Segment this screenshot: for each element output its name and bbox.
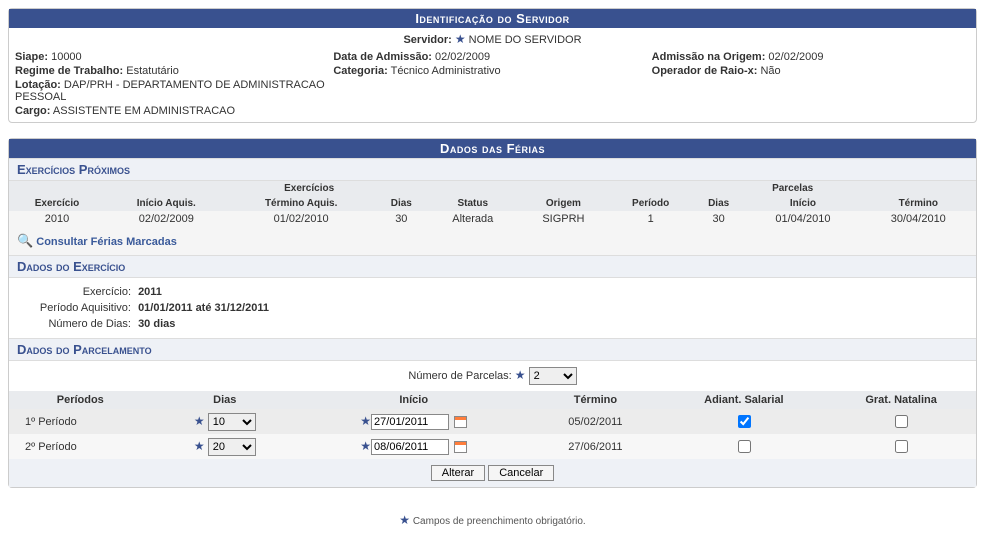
calendar-icon[interactable] (454, 441, 467, 453)
parc-adiant-checkbox[interactable] (738, 440, 751, 453)
parc-grat-checkbox[interactable] (895, 440, 908, 453)
parc-termino: 05/02/2011 (529, 409, 661, 434)
nparcelas-row: Número de Parcelas: ★ 2 (9, 361, 976, 391)
cell: 30 (692, 211, 745, 227)
raiox-label: Operador de Raio-x: (652, 65, 758, 77)
pcol-inicio: Início (298, 391, 529, 409)
subhdr-parcelas: Parcelas (609, 181, 976, 196)
cell: 02/02/2009 (105, 211, 228, 227)
parc-dias-select[interactable]: 10 (208, 413, 256, 431)
parc-dias-select[interactable]: 20 (208, 438, 256, 456)
parc-termino: 27/06/2011 (529, 434, 661, 459)
subhdr-exercicios: Exercícios (9, 181, 609, 196)
star-icon: ★ (515, 368, 526, 382)
parc-inicio-input[interactable] (371, 439, 449, 455)
footnote: ★ Campos de preenchimento obrigatório. (8, 503, 977, 537)
parc-inicio-input[interactable] (371, 414, 449, 430)
consultar-row: 🔍 Consultar Férias Marcadas (9, 227, 976, 255)
sec-parc: Dados do Parcelamento (9, 338, 976, 361)
pcol-grat: Grat. Natalina (826, 391, 976, 409)
dex-exerc-label: Exercício: (21, 286, 131, 298)
servidor-label: Servidor: (403, 34, 451, 46)
admorigem-label: Admissão na Origem: (652, 51, 766, 63)
col-origem: Origem (518, 196, 610, 211)
cell: 2010 (9, 211, 105, 227)
dex-ndias-label: Número de Dias: (21, 318, 131, 330)
star-icon: ★ (194, 414, 205, 428)
ferias-box: Dados das Férias Exercícios Próximos Exe… (8, 138, 977, 488)
nparcelas-select[interactable]: 2 (529, 367, 577, 385)
cell: SIGPRH (518, 211, 610, 227)
parc-periodo: 2º Período (9, 434, 152, 459)
dex-exerc-value: 2011 (138, 286, 162, 298)
pcol-termino: Término (529, 391, 661, 409)
cell: Alterada (428, 211, 518, 227)
star-icon: ★ (194, 439, 205, 453)
cancelar-button[interactable]: Cancelar (488, 465, 554, 481)
siape-label: Siape: (15, 51, 48, 63)
sec-proximos: Exercícios Próximos (9, 158, 976, 181)
cell: 01/04/2010 (745, 211, 860, 227)
col-periodo: Período (609, 196, 692, 211)
col-status: Status (428, 196, 518, 211)
regime-value: Estatutário (126, 65, 179, 77)
col-exercicio: Exercício (9, 196, 105, 211)
cell: 01/02/2010 (228, 211, 375, 227)
cell: 30/04/2010 (861, 211, 976, 227)
categoria-value: Técnico Administrativo (391, 65, 501, 77)
cell: 30 (375, 211, 428, 227)
siape-value: 10000 (51, 51, 82, 63)
dex-periodo-value: 01/01/2011 até 31/12/2011 (138, 302, 269, 314)
info-grid: Siape: 10000 Regime de Trabalho: Estatut… (9, 50, 976, 122)
col-dias: Dias (375, 196, 428, 211)
raiox-value: Não (760, 65, 780, 77)
pcol-adiant: Adiant. Salarial (662, 391, 827, 409)
ferias-header: Dados das Férias (9, 139, 976, 158)
star-icon: ★ (455, 32, 466, 46)
cargo-label: Cargo: (15, 105, 50, 117)
pcol-periodos: Períodos (9, 391, 152, 409)
lotacao-label: Lotação: (15, 79, 61, 91)
admorigem-value: 02/02/2009 (768, 51, 823, 63)
star-icon: ★ (360, 414, 371, 428)
nparcelas-label: Número de Parcelas: (408, 370, 511, 382)
parc-periodo: 1º Período (9, 409, 152, 434)
magnifier-icon: 🔍 (17, 233, 33, 248)
servidor-nome: NOME DO SERVIDOR (469, 34, 582, 46)
identificacao-header: Identificação do Servidor (9, 9, 976, 28)
parc-row: 1º Período ★ 10 ★ 05/02/2011 (9, 409, 976, 434)
col-inicio-aquis: Início Aquis. (105, 196, 228, 211)
alterar-button[interactable]: Alterar (431, 465, 485, 481)
calendar-icon[interactable] (454, 416, 467, 428)
dex-periodo-label: Período Aquisitivo: (21, 302, 131, 314)
parc-adiant-checkbox[interactable] (738, 415, 751, 428)
button-row: Alterar Cancelar (9, 459, 976, 487)
dataadm-value: 02/02/2009 (435, 51, 490, 63)
identificacao-box: Identificação do Servidor Servidor: ★ NO… (8, 8, 977, 123)
col-pdias: Dias (692, 196, 745, 211)
pcol-dias: Dias (152, 391, 299, 409)
parc-row: 2º Período ★ 20 ★ 27/06/2011 (9, 434, 976, 459)
parcelamento-table: Períodos Dias Início Término Adiant. Sal… (9, 391, 976, 459)
parc-grat-checkbox[interactable] (895, 415, 908, 428)
dataadm-label: Data de Admissão: (333, 51, 432, 63)
regime-label: Regime de Trabalho: (15, 65, 123, 77)
col-ptermino: Término (861, 196, 976, 211)
sec-dex: Dados do Exercício (9, 255, 976, 278)
footnote-text: Campos de preenchimento obrigatório. (413, 516, 586, 527)
exercicios-table: Exercícios Parcelas Exercício Início Aqu… (9, 181, 976, 227)
dex-ndias-value: 30 dias (138, 318, 175, 330)
table-row: 2010 02/02/2009 01/02/2010 30 Alterada S… (9, 211, 976, 227)
star-icon: ★ (360, 439, 371, 453)
col-termino-aquis: Término Aquis. (228, 196, 375, 211)
servidor-row: Servidor: ★ NOME DO SERVIDOR (9, 28, 976, 50)
lotacao-value: DAP/PRH - DEPARTAMENTO DE ADMINISTRACAO … (15, 79, 325, 103)
col-pinicio: Início (745, 196, 860, 211)
cargo-value: ASSISTENTE EM ADMINISTRACAO (53, 105, 235, 117)
categoria-label: Categoria: (333, 65, 387, 77)
consultar-link[interactable]: Consultar Férias Marcadas (36, 236, 177, 248)
star-icon: ★ (399, 513, 410, 527)
cell: 1 (609, 211, 692, 227)
dex-area: Exercício: 2011 Período Aquisitivo: 01/0… (9, 278, 976, 338)
